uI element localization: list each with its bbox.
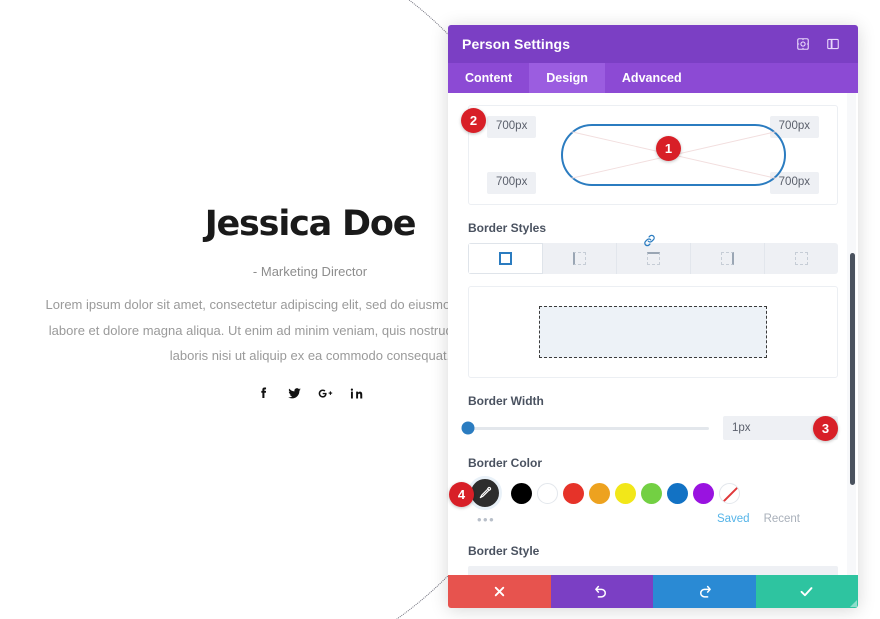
palette-tab-saved[interactable]: Saved — [717, 513, 750, 525]
modal-title: Person Settings — [462, 36, 571, 52]
resize-grip-icon[interactable] — [840, 590, 858, 608]
border-right-icon — [721, 252, 734, 265]
border-side-left[interactable] — [543, 243, 617, 274]
swatch-orange[interactable] — [589, 482, 610, 504]
swatch-black[interactable] — [511, 482, 532, 504]
twitter-icon[interactable] — [286, 385, 303, 402]
swatch-red[interactable] — [563, 482, 584, 504]
palette-tabs: Saved Recent — [717, 513, 838, 525]
border-preview-card — [468, 286, 838, 378]
border-width-control: 1px — [461, 416, 838, 440]
border-radius-control: 700px 700px 700px 700px — [468, 105, 838, 205]
undo-icon — [595, 585, 607, 598]
radius-bottom-left-input[interactable]: 700px — [487, 172, 537, 194]
border-side-all[interactable] — [468, 243, 543, 274]
facebook-icon[interactable] — [255, 385, 272, 402]
border-top-icon — [647, 252, 660, 265]
swatch-purple[interactable] — [693, 482, 714, 504]
person-settings-modal: Person Settings Content Design Advanced … — [448, 25, 858, 608]
help-icon[interactable] — [792, 33, 814, 55]
border-width-slider-handle[interactable] — [461, 421, 475, 435]
modal-tab-bar: Content Design Advanced — [448, 63, 858, 93]
border-side-right[interactable] — [691, 243, 765, 274]
border-color-swatches — [468, 476, 838, 510]
check-icon — [800, 587, 813, 597]
border-width-label: Border Width — [468, 394, 544, 408]
annotation-badge-4: 4 — [449, 482, 474, 507]
x-icon — [494, 586, 504, 597]
tab-advanced[interactable]: Advanced — [605, 63, 699, 93]
cancel-button[interactable] — [448, 575, 551, 608]
tab-design[interactable]: Design — [529, 63, 605, 93]
annotation-badge-2: 2 — [461, 108, 486, 133]
google-plus-icon[interactable] — [317, 385, 334, 402]
undo-button[interactable] — [550, 575, 653, 608]
link-icon[interactable] — [642, 233, 657, 248]
modal-scrollbar-thumb[interactable] — [850, 253, 855, 485]
annotation-badge-1: 1 — [656, 136, 681, 161]
border-all-icon — [499, 252, 512, 265]
swatch-meta-row: ••• Saved Recent — [468, 510, 838, 528]
more-colors-button[interactable]: ••• — [477, 513, 495, 526]
tab-content[interactable]: Content — [448, 63, 529, 93]
modal-body: 700px 700px 700px 700px Border Styles Bo… — [448, 93, 858, 575]
border-bottom-icon — [795, 252, 808, 265]
border-left-icon — [573, 252, 586, 265]
swatch-blue[interactable] — [667, 482, 688, 504]
layout-toggle-icon[interactable] — [822, 33, 844, 55]
border-style-select[interactable]: Dashed — [468, 566, 838, 575]
redo-button[interactable] — [653, 575, 756, 608]
swatch-yellow[interactable] — [615, 482, 636, 504]
swatch-green[interactable] — [641, 482, 662, 504]
modal-footer — [448, 575, 858, 608]
swatch-transparent[interactable] — [719, 482, 740, 504]
border-side-bottom[interactable] — [765, 243, 838, 274]
border-style-label: Border Style — [468, 544, 540, 558]
linkedin-icon[interactable] — [348, 385, 365, 402]
modal-header[interactable]: Person Settings — [448, 25, 858, 63]
border-preview-box — [539, 306, 767, 358]
border-color-label: Border Color — [468, 456, 543, 470]
palette-tab-recent[interactable]: Recent — [764, 513, 800, 525]
border-width-slider[interactable] — [461, 421, 709, 435]
swatch-white[interactable] — [537, 482, 558, 504]
annotation-badge-3: 3 — [813, 416, 838, 441]
radius-top-left-input[interactable]: 700px — [487, 116, 537, 138]
redo-icon — [699, 585, 711, 598]
